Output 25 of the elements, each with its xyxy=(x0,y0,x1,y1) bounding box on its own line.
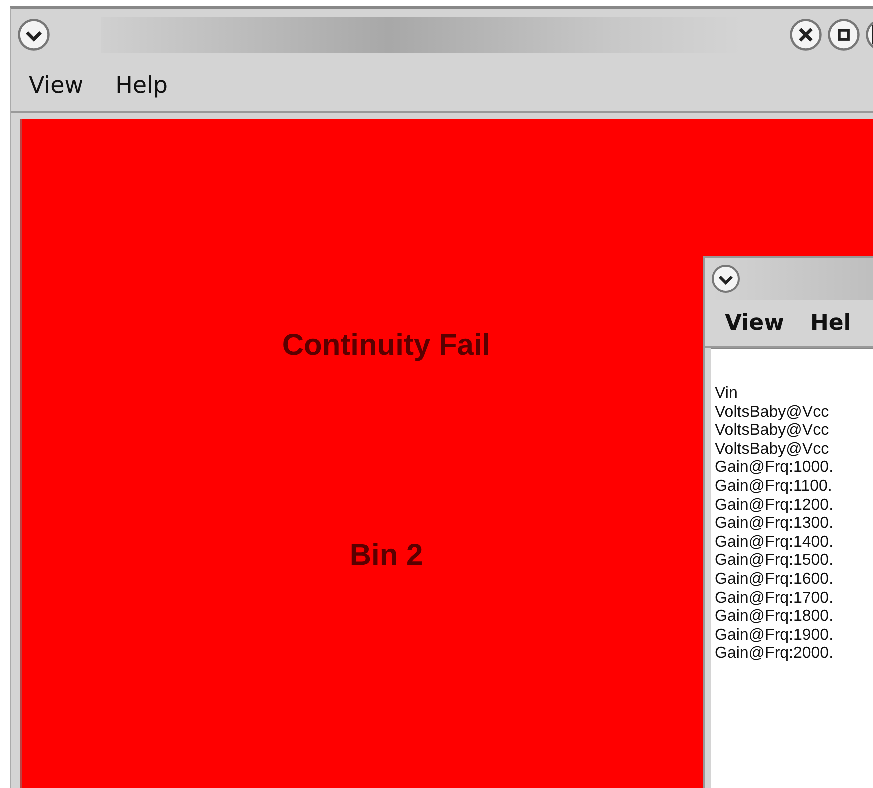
log-line: Gain@Frq:1600. xyxy=(715,570,835,590)
log-line: Gain@Frq:2000. xyxy=(715,645,835,664)
log-line: Vin xyxy=(715,385,739,404)
log-line: VoltsBaby@Vcc xyxy=(715,440,830,460)
log-line: Gain@Frq:1700. xyxy=(715,590,835,608)
log-line: Gain@Frq:1100. xyxy=(715,478,834,497)
minimize-icon[interactable] xyxy=(827,18,861,52)
menu-item[interactable]: View xyxy=(29,73,84,99)
menu-item[interactable]: Hel xyxy=(810,310,852,336)
menu-item[interactable]: View xyxy=(725,310,784,336)
close-icon[interactable] xyxy=(789,18,823,52)
log-line: Gain@Frq:1900. xyxy=(715,626,835,646)
log-line: VoltsBaby@Vcc xyxy=(715,422,830,441)
log-line: Gain@Frq:1800. xyxy=(715,608,835,627)
log-line: Gain@Frq:1400. xyxy=(715,534,835,552)
log-line: Gain@Frq:1000. xyxy=(715,459,835,478)
window-menu-icon[interactable] xyxy=(17,18,51,52)
menu-item[interactable]: Help xyxy=(116,73,168,99)
result-text: Continuity Fail xyxy=(282,329,491,363)
log-line: Gain@Frq:1500. xyxy=(715,552,835,571)
log-line: VoltsBaby@Vcc xyxy=(715,404,830,422)
window-menu-icon[interactable] xyxy=(711,264,741,294)
bin-text: Bin 2 xyxy=(350,539,424,573)
log-line: Gain@Frq:1200. xyxy=(715,496,835,516)
log-line: Gain@Frq:1300. xyxy=(715,515,835,534)
